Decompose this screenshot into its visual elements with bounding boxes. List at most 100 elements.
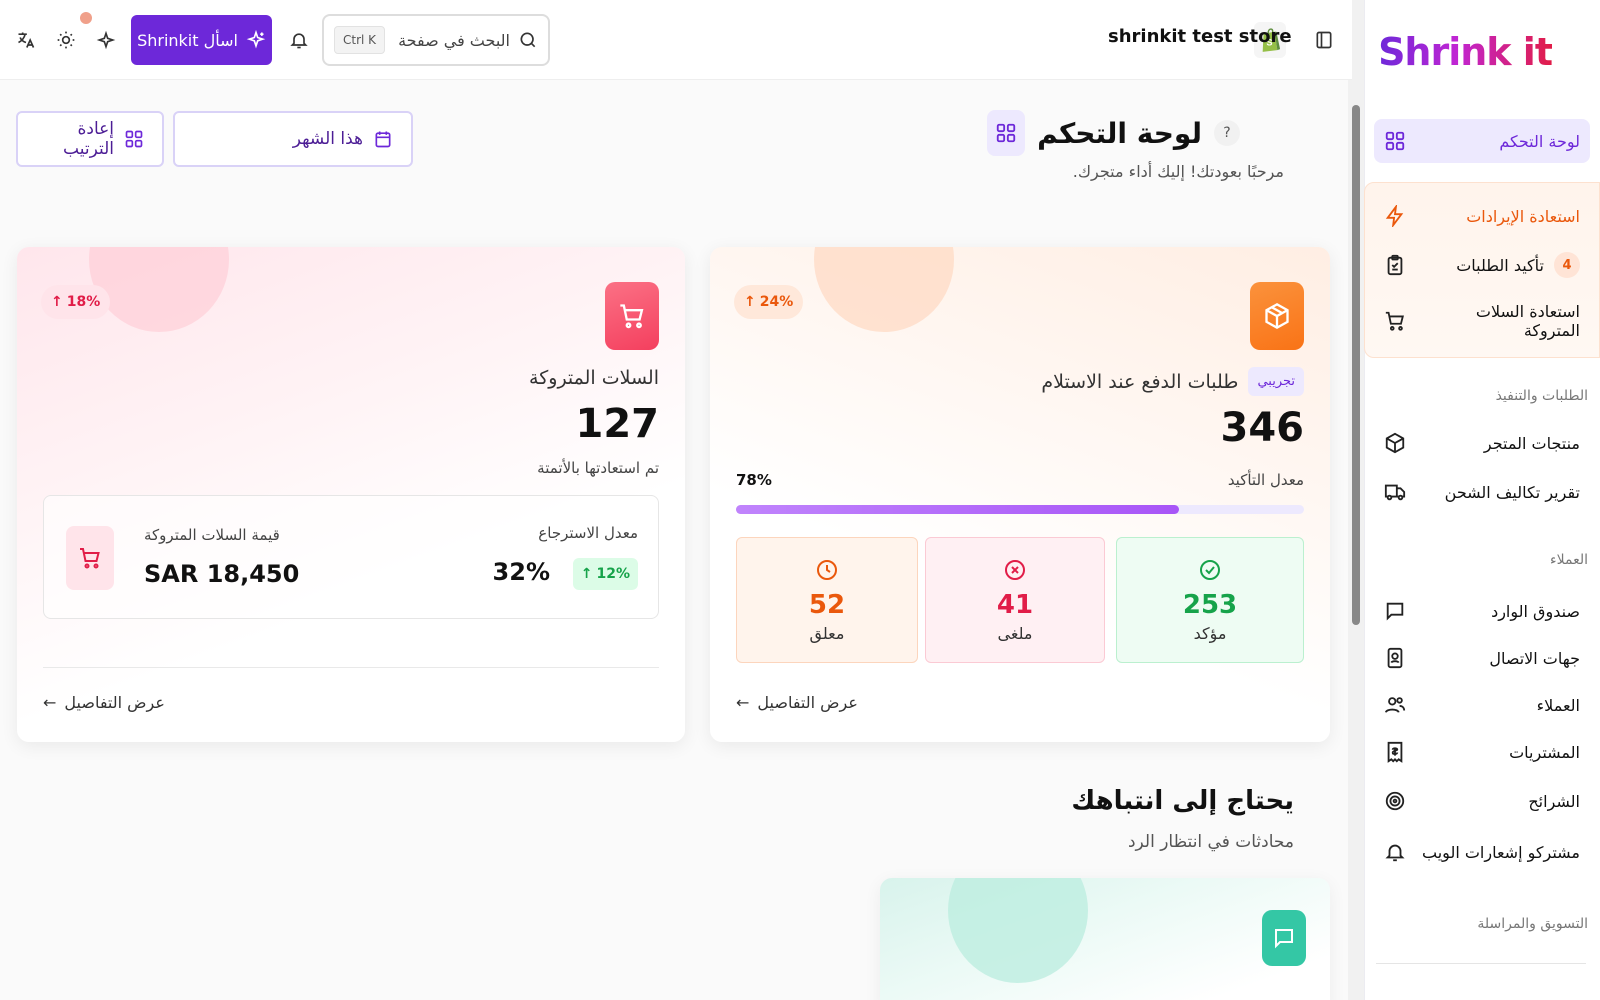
arrow-up-icon: ↑ [51, 294, 63, 310]
sidebar-item-label: لوحة التحكم [1499, 131, 1580, 151]
arrow-left-icon: ← [43, 693, 57, 712]
truck-icon [1384, 481, 1406, 503]
decorative-blob [89, 247, 229, 332]
sidebar-item-inbox[interactable]: صندوق الوارد [1374, 591, 1590, 631]
sparkles-icon [246, 30, 266, 50]
arrow-up-icon: ↑ [580, 566, 593, 582]
view-details-label: عرض التفاصيل [64, 693, 165, 712]
sidebar-divider [1376, 963, 1586, 964]
notifications-button[interactable] [286, 26, 312, 54]
clipboard-check-icon [1384, 254, 1406, 276]
search-input[interactable]: البحث في صفحة Ctrl K [322, 14, 550, 66]
help-button[interactable]: ? [1214, 120, 1240, 146]
abandoned-carts-card: ↑ 18% السلات المتروكة 127 تم استعادتها ب… [17, 247, 685, 742]
sidebar-item-purchases[interactable]: المشتريات [1374, 732, 1590, 772]
translate-icon [16, 30, 36, 50]
sidebar-item-shipping-report[interactable]: تقرير تكاليف الشحن [1374, 472, 1590, 512]
sidebar-toggle-button[interactable] [1310, 24, 1338, 56]
panel-toggle-icon [1314, 30, 1334, 50]
change-badge: ↑ 18% [41, 285, 111, 319]
sparkles-icon [96, 30, 116, 50]
language-button[interactable] [12, 26, 40, 54]
sidebar-item-abandoned-carts[interactable]: استعادة السلات المتروكة [1374, 301, 1590, 341]
sidebar-item-web-push-subscribers[interactable]: مشتركو إشعارات الويب [1374, 832, 1590, 872]
attention-section-title: يحتاج إلى انتباهك [1071, 786, 1294, 816]
cart-icon [605, 282, 659, 350]
pending-conversations-card[interactable] [880, 878, 1330, 1000]
view-details-label: عرض التفاصيل [757, 693, 858, 712]
stat-label: معلق [809, 623, 845, 643]
sidebar-item-label: تأكيد الطلبات [1456, 255, 1544, 275]
stat-cancelled[interactable]: 41 ملغى [925, 537, 1105, 663]
recovery-change-value: 12% [596, 566, 630, 582]
chat-icon [1384, 600, 1406, 622]
notification-badge: 4 [1554, 252, 1580, 278]
sidebar-item-contacts[interactable]: جهات الاتصال [1374, 638, 1590, 678]
reorder-label: إعادة الترتيب [63, 119, 114, 159]
scrollbar-thumb[interactable] [1352, 105, 1360, 625]
change-value: 24% [759, 294, 794, 310]
section-label-marketing: التسويق والمراسلة [1477, 916, 1588, 932]
card-title: طلبات الدفع عند الاستلام تجريبي [1041, 367, 1304, 396]
cod-orders-count: 346 [1220, 405, 1305, 451]
arrow-left-icon: ← [736, 693, 750, 712]
box-icon [1250, 282, 1304, 350]
ai-magic-button[interactable] [92, 26, 120, 54]
store-name[interactable]: shrinkit test store [1108, 26, 1292, 47]
page-heading: لوحة التحكم [1037, 116, 1202, 150]
search-placeholder: البحث في صفحة [398, 30, 510, 50]
recovery-rate-value: 32% [492, 558, 550, 586]
top-bar: S shrinkit test store البحث في صفحة Ctrl… [0, 0, 1352, 80]
check-circle-icon [1198, 558, 1222, 586]
period-selector-button[interactable]: هذا الشهر [173, 111, 413, 167]
beta-tag: تجريبي [1248, 367, 1304, 396]
ask-shrinkit-button[interactable]: اسأل Shrinkit [131, 15, 272, 65]
bolt-icon [1384, 205, 1406, 227]
stat-value: 41 [996, 589, 1034, 620]
sidebar-item-customers[interactable]: العملاء [1374, 685, 1590, 725]
reorder-button[interactable]: إعادة الترتيب [16, 111, 164, 167]
recovery-summary-box: معدل الاسترجاع ↑ 12% 32% قيمة السلات الم… [43, 495, 659, 619]
change-value: 18% [66, 294, 101, 310]
clock-icon [815, 558, 839, 586]
app-logo[interactable]: Shrink it [1378, 30, 1553, 74]
users-icon [1384, 694, 1406, 716]
sun-icon [56, 30, 76, 50]
chat-icon [1262, 910, 1306, 966]
cart-icon [66, 526, 114, 590]
card-divider [43, 667, 659, 668]
view-details-link[interactable]: ← عرض التفاصيل [43, 693, 165, 712]
sidebar-item-label: المشتريات [1509, 742, 1580, 762]
search-icon [518, 30, 538, 50]
card-title-text: السلات المتروكة [529, 367, 659, 389]
recovery-rate-label: معدل الاسترجاع [538, 524, 638, 542]
sidebar-item-order-confirmation[interactable]: تأكيد الطلبات 4 [1374, 245, 1590, 285]
stat-confirmed[interactable]: 253 مؤكد [1116, 537, 1304, 663]
progress-fill [736, 505, 1180, 514]
sidebar-item-label: العملاء [1536, 695, 1580, 715]
receipt-icon [1384, 741, 1406, 763]
confirmation-progress-bar [736, 505, 1304, 514]
sidebar-item-label: تقرير تكاليف الشحن [1444, 482, 1580, 502]
sidebar-item-segments[interactable]: الشرائح [1374, 781, 1590, 821]
attention-section-subtitle: محادثات في انتظار الرد [1127, 832, 1294, 852]
recovery-change-badge: ↑ 12% [572, 558, 638, 590]
box-icon [1384, 432, 1406, 454]
stat-value: 253 [1182, 589, 1238, 620]
sidebar-item-revenue-recovery[interactable]: استعادة الإيرادات [1374, 196, 1590, 236]
target-icon [1384, 790, 1406, 812]
change-badge: ↑ 24% [734, 285, 804, 319]
sidebar-item-store-products[interactable]: منتجات المتجر [1374, 423, 1590, 463]
stat-pending[interactable]: 52 معلق [736, 537, 918, 663]
arrow-up-icon: ↑ [744, 294, 756, 310]
sidebar-item-dashboard[interactable]: لوحة التحكم [1374, 119, 1590, 163]
x-circle-icon [1003, 558, 1027, 586]
theme-toggle-button[interactable] [52, 26, 80, 54]
contact-book-icon [1384, 647, 1406, 669]
page-subtitle: مرحبًا بعودتك! إليك أداء متجرك. [1072, 162, 1284, 181]
cod-orders-card: ↑ 24% طلبات الدفع عند الاستلام تجريبي 34… [710, 247, 1330, 742]
bell-icon [1384, 841, 1406, 863]
view-details-link[interactable]: ← عرض التفاصيل [736, 693, 858, 712]
stat-label: ملغى [997, 623, 1033, 643]
grid-icon [1384, 130, 1406, 152]
